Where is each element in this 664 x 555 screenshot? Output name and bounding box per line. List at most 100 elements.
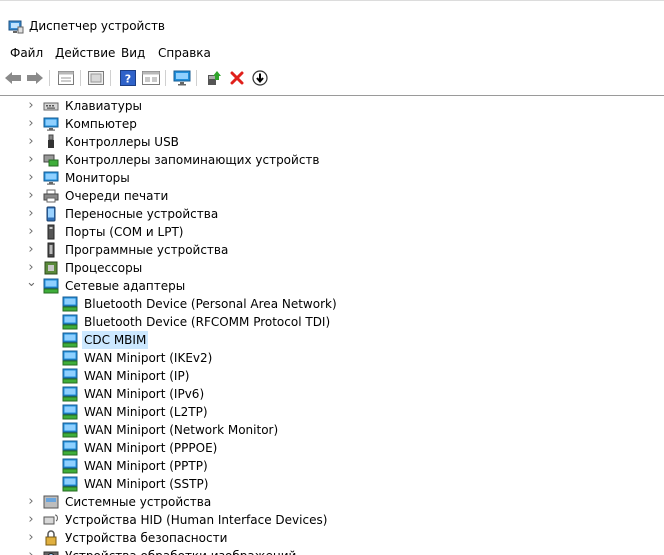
- computer-icon: [43, 116, 59, 132]
- tree-category[interactable]: › Мониторы: [0, 169, 664, 187]
- tree-item-label: Контроллеры USB: [65, 135, 179, 149]
- net-child-icon: [62, 404, 78, 420]
- tree-category[interactable]: › Контроллеры запоминающих устройств: [0, 151, 664, 169]
- expand-chevron-icon[interactable]: ›: [26, 529, 36, 547]
- update-driver-icon[interactable]: [204, 68, 224, 88]
- tree-category[interactable]: › Устройства обработки изображений: [0, 547, 664, 555]
- tree-category[interactable]: › Устройства безопасности: [0, 529, 664, 547]
- expand-chevron-icon[interactable]: ›: [26, 241, 36, 259]
- network-adapter-icon: [43, 278, 59, 294]
- toolbar-separator: [49, 70, 50, 86]
- tree-item-label: WAN Miniport (Network Monitor): [84, 423, 279, 437]
- tree-device[interactable]: WAN Miniport (SSTP): [0, 475, 664, 493]
- tree-item-label: CDC MBIM: [82, 331, 149, 349]
- tree-item-label: Bluetooth Device (Personal Area Network): [84, 297, 337, 311]
- toolbar-separator: [165, 70, 166, 86]
- monitor-icon[interactable]: [172, 68, 192, 88]
- processor-icon: [43, 260, 59, 276]
- properties-icon[interactable]: [56, 68, 76, 88]
- tree-device[interactable]: CDC MBIM: [0, 331, 664, 349]
- tree-device[interactable]: Bluetooth Device (RFCOMM Protocol TDI): [0, 313, 664, 331]
- expand-chevron-icon[interactable]: ›: [26, 187, 36, 205]
- tree-category[interactable]: › Переносные устройства: [0, 205, 664, 223]
- tree-category-network-adapters[interactable]: ⌄ Сетевые адаптеры: [0, 276, 664, 295]
- title-bar: Диспетчер устройств: [0, 0, 664, 40]
- monitor-icon: [43, 170, 59, 186]
- tree-item-label: WAN Miniport (PPPOE): [84, 441, 218, 455]
- tree-device[interactable]: WAN Miniport (IP): [0, 367, 664, 385]
- tree-category[interactable]: › Системные устройства: [0, 493, 664, 511]
- tree-item-label: Контроллеры запоминающих устройств: [65, 153, 320, 167]
- expand-chevron-icon[interactable]: ›: [26, 223, 36, 241]
- tree-item-label: Устройства обработки изображений: [63, 547, 298, 555]
- toolbar-separator: [80, 70, 81, 86]
- keyboard-icon: [43, 98, 59, 114]
- expand-chevron-icon[interactable]: ›: [26, 115, 36, 133]
- system-device-icon: [43, 494, 59, 510]
- expand-chevron-icon[interactable]: ›: [26, 511, 36, 529]
- net-child-icon: [62, 458, 78, 474]
- net-child-icon: [62, 350, 78, 366]
- tree-category[interactable]: › Контроллеры USB: [0, 133, 664, 151]
- back-icon[interactable]: [3, 68, 23, 88]
- expand-chevron-icon[interactable]: ›: [26, 97, 36, 115]
- expand-chevron-icon[interactable]: ›: [26, 205, 36, 223]
- expand-chevron-icon[interactable]: ›: [26, 151, 36, 169]
- tree-item-label: Bluetooth Device (RFCOMM Protocol TDI): [84, 315, 331, 329]
- device-tree[interactable]: › Клавиатуры › Компьютер › Контроллеры USB › Ко…: [0, 95, 664, 555]
- net-child-icon: [62, 440, 78, 456]
- portable-device-icon: [43, 206, 59, 222]
- tree-category[interactable]: › Клавиатуры: [0, 97, 664, 115]
- tree-item-label: Переносные устройства: [65, 207, 219, 221]
- security-device-icon: [43, 530, 59, 546]
- tree-category[interactable]: › Компьютер: [0, 115, 664, 133]
- menu-help[interactable]: Справка: [156, 45, 213, 61]
- window-title: Диспетчер устройств: [29, 19, 166, 33]
- tree-item-label: Устройства безопасности: [65, 531, 228, 545]
- expand-chevron-icon[interactable]: ›: [26, 169, 36, 187]
- tree-item-label: Клавиатуры: [65, 99, 142, 113]
- menu-file[interactable]: Файл: [8, 45, 45, 61]
- tree-device[interactable]: WAN Miniport (L2TP): [0, 403, 664, 421]
- net-child-icon: [62, 296, 78, 312]
- net-child-icon: [62, 422, 78, 438]
- menu-view[interactable]: Вид: [119, 45, 147, 61]
- tree-item-label: Сетевые адаптеры: [65, 279, 186, 293]
- toolbar-separator: [196, 70, 197, 86]
- tree-item-label: WAN Miniport (IP): [84, 369, 190, 383]
- svg-text:?: ?: [125, 73, 131, 86]
- tree-device[interactable]: WAN Miniport (PPTP): [0, 457, 664, 475]
- help-icon[interactable]: ?: [118, 68, 138, 88]
- tree-device[interactable]: WAN Miniport (IKEv2): [0, 349, 664, 367]
- tree-item-label: WAN Miniport (SSTP): [84, 477, 209, 491]
- tree-item-label: Порты (COM и LPT): [65, 225, 184, 239]
- tree-device[interactable]: Bluetooth Device (Personal Area Network): [0, 295, 664, 313]
- tree-item-label: WAN Miniport (IPv6): [84, 387, 205, 401]
- forward-icon[interactable]: [25, 68, 45, 88]
- tree-item-label: Системные устройства: [65, 495, 212, 509]
- tree-category[interactable]: › Процессоры: [0, 259, 664, 277]
- menu-action[interactable]: Действие: [53, 45, 117, 61]
- net-child-icon: [62, 386, 78, 402]
- tree-device[interactable]: WAN Miniport (IPv6): [0, 385, 664, 403]
- show-hidden-icon[interactable]: [86, 68, 106, 88]
- toolbar-separator: [110, 70, 111, 86]
- uninstall-icon[interactable]: [227, 68, 247, 88]
- collapse-chevron-icon[interactable]: ⌄: [26, 276, 37, 295]
- tree-item-label: Компьютер: [65, 117, 137, 131]
- disable-icon[interactable]: [250, 68, 270, 88]
- printer-icon: [43, 188, 59, 204]
- scan-icon[interactable]: [141, 68, 161, 88]
- tree-device[interactable]: WAN Miniport (Network Monitor): [0, 421, 664, 439]
- device-manager-icon: [8, 20, 24, 34]
- tree-category[interactable]: › Очереди печати: [0, 187, 664, 205]
- expand-chevron-icon[interactable]: ›: [26, 493, 36, 511]
- expand-chevron-icon[interactable]: ›: [26, 547, 36, 555]
- tree-category[interactable]: › Устройства HID (Human Interface Devices…: [0, 511, 664, 529]
- tree-category[interactable]: › Порты (COM и LPT): [0, 223, 664, 241]
- expand-chevron-icon[interactable]: ›: [26, 133, 36, 151]
- window-top-border: [0, 0, 664, 1]
- tree-category[interactable]: › Программные устройства: [0, 241, 664, 259]
- net-child-icon: [62, 368, 78, 384]
- tree-device[interactable]: WAN Miniport (PPPOE): [0, 439, 664, 457]
